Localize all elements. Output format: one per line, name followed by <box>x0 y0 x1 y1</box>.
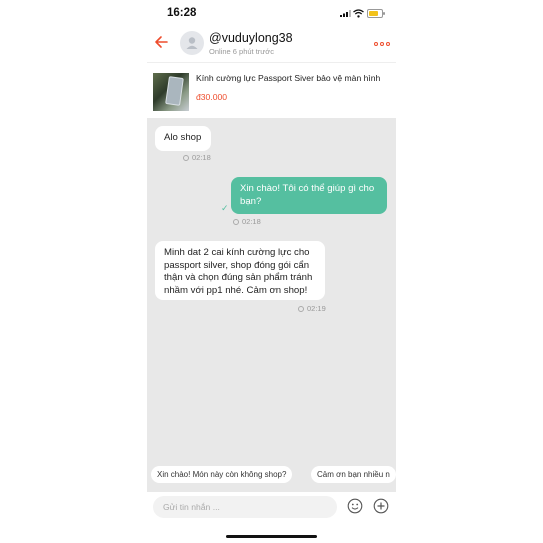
quick-replies: Xin chào! Món này còn không shop? Cảm ơn… <box>147 458 396 492</box>
avatar[interactable] <box>180 31 204 55</box>
quick-reply-chip[interactable]: Cảm ơn bạn nhiều n <box>311 466 396 483</box>
message-timestamp: 02:18 <box>233 217 261 226</box>
chat-header: @vuduylong38 Online 6 phút trước <box>147 28 396 60</box>
message-bubble-outgoing: Xin chào! Tôi có thể giúp gì cho bạn? <box>231 177 387 214</box>
message-timestamp: 02:18 <box>183 153 211 162</box>
username: @vuduylong38 <box>209 31 293 45</box>
message-bubble-incoming: Alo shop <box>155 126 211 151</box>
emoji-icon[interactable] <box>347 498 363 514</box>
chat-screen: 16:28 @vuduylong38 Online 6 phút trước K… <box>147 0 396 543</box>
clock-icon <box>183 154 189 161</box>
clock-icon <box>233 218 239 225</box>
status-bar: 16:28 <box>147 0 396 28</box>
message-list: Alo shop 02:18 Xin chào! Tôi có thể giúp… <box>147 118 396 458</box>
home-indicator <box>226 535 317 538</box>
message-timestamp: 02:19 <box>298 304 326 313</box>
product-image <box>153 73 189 111</box>
add-attachment-icon[interactable] <box>373 498 389 514</box>
signal-icon <box>340 10 351 17</box>
product-card[interactable]: Kính cường lực Passport Siver bảo vệ màn… <box>147 62 396 123</box>
presence-status: Online 6 phút trước <box>209 47 274 56</box>
status-time: 16:28 <box>167 7 197 19</box>
product-title: Kính cường lực Passport Siver bảo vệ màn… <box>196 73 381 83</box>
message-bubble-incoming: Minh dat 2 cai kính cường lực cho passpo… <box>155 241 325 300</box>
clock-icon <box>298 305 304 312</box>
message-input[interactable] <box>153 496 337 518</box>
more-options-icon[interactable] <box>374 42 390 47</box>
quick-reply-chip[interactable]: Xin chào! Món này còn không shop? <box>151 466 293 483</box>
back-arrow-icon[interactable] <box>153 34 169 50</box>
user-silhouette-icon <box>186 37 198 49</box>
product-price: đ30.000 <box>196 92 228 102</box>
sent-check-icon: ✓ <box>221 203 229 213</box>
message-composer <box>147 492 396 524</box>
wifi-icon <box>353 9 364 18</box>
battery-icon <box>367 9 385 18</box>
